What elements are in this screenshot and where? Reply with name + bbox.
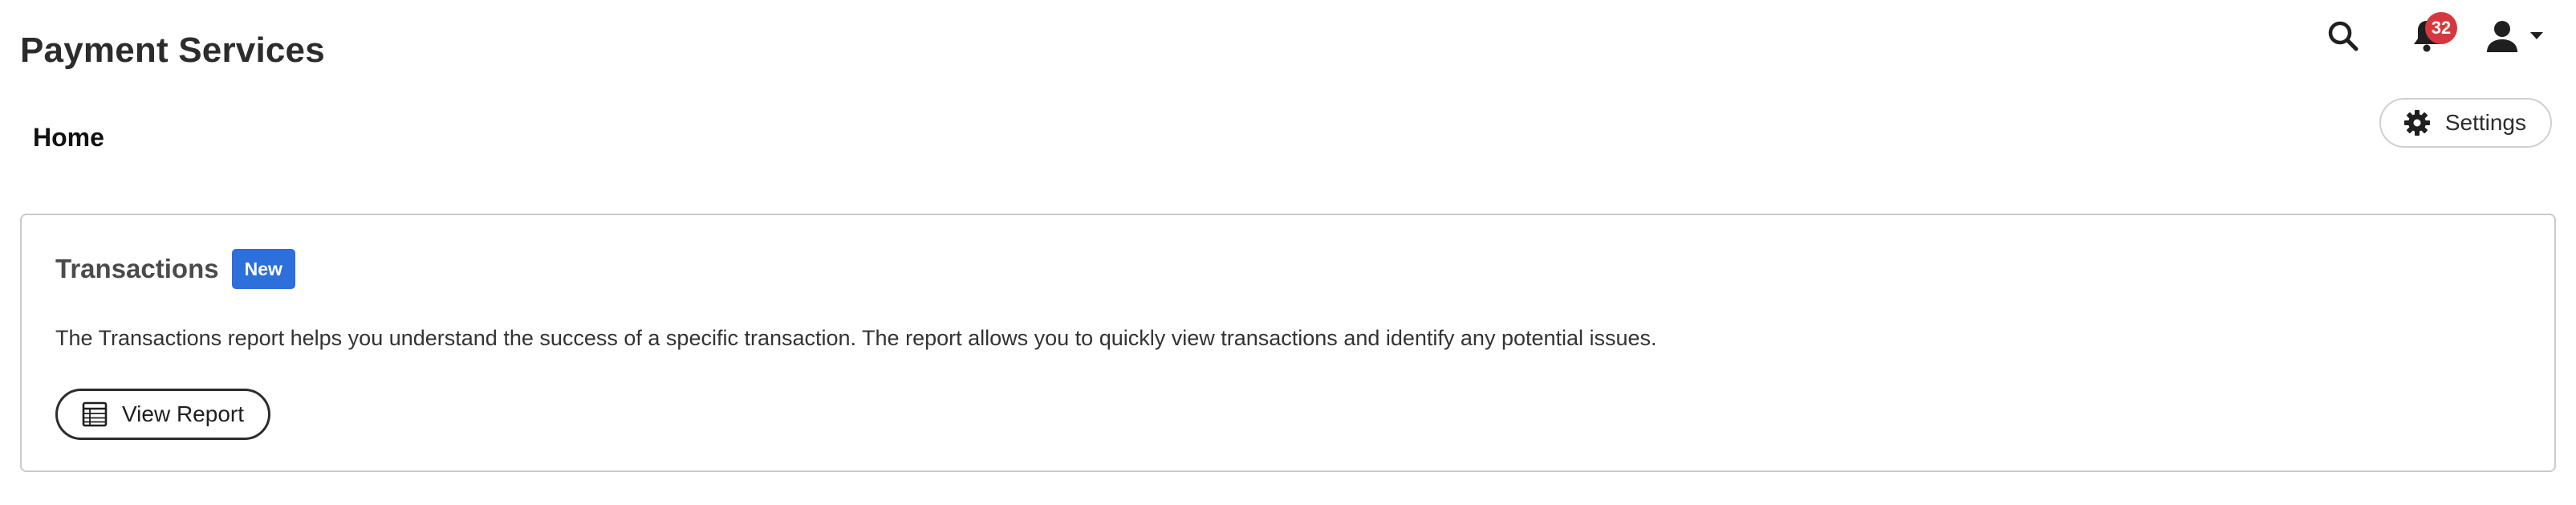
chevron-down-icon (2530, 32, 2543, 39)
card-description: The Transactions report helps you unders… (55, 326, 1657, 350)
table-icon (82, 401, 108, 427)
notification-count-badge: 32 (2425, 12, 2457, 44)
card-title: Transactions (55, 254, 219, 283)
new-badge: New (231, 249, 295, 289)
transactions-card: Transactions New The Transactions report… (20, 214, 2556, 472)
top-actions: 32 (2318, 8, 2544, 64)
user-menu-button[interactable] (2485, 18, 2544, 54)
app-title: Payment Services (20, 31, 325, 70)
settings-button[interactable]: Settings (2379, 98, 2552, 148)
settings-label: Settings (2444, 110, 2526, 135)
notifications-button[interactable]: 32 (2401, 10, 2457, 62)
search-icon (2328, 21, 2359, 51)
search-button[interactable] (2318, 10, 2369, 62)
page: Payment Services 32 Home Settings Transa… (0, 0, 2576, 505)
user-icon (2487, 21, 2517, 52)
page-title-home: Home (33, 123, 104, 152)
card-header: Transactions New (55, 249, 295, 289)
view-report-label: View Report (122, 401, 245, 426)
gear-icon (2403, 110, 2430, 136)
view-report-button[interactable]: View Report (55, 389, 271, 440)
